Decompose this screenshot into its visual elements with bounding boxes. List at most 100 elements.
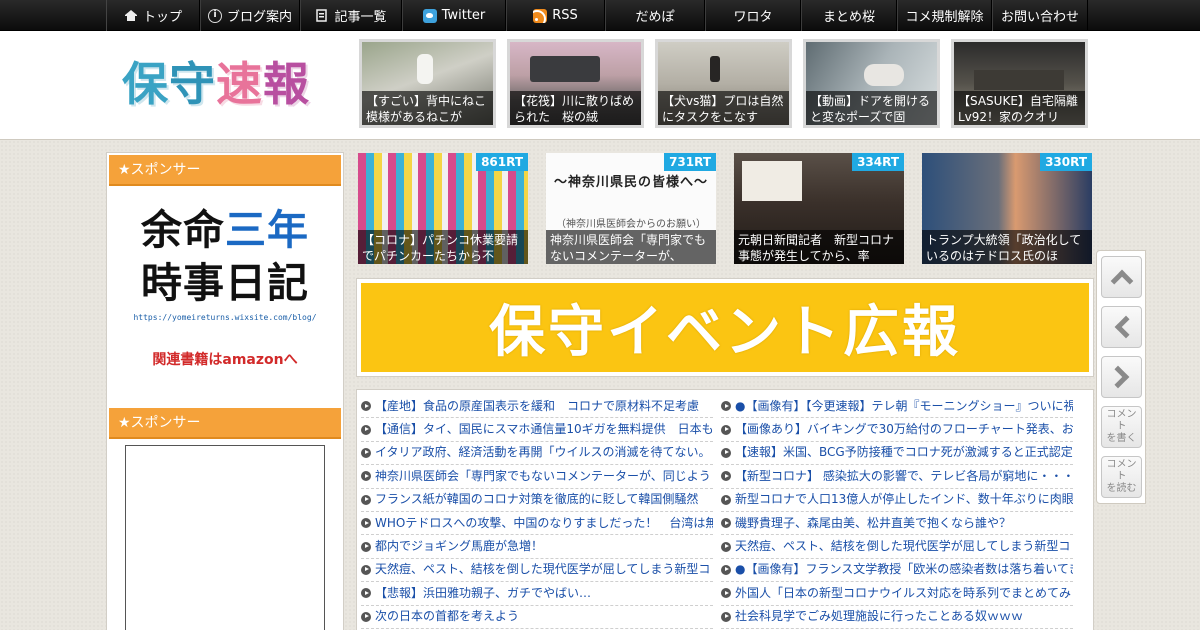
featured-thumb[interactable]: 【花筏】川に散りばめられた 桜の絨 bbox=[507, 39, 644, 128]
chevron-left-icon bbox=[1114, 315, 1137, 339]
ad-amazon-link[interactable]: 関連書籍はamazonへ bbox=[125, 349, 325, 369]
nav-item-rss[interactable]: RSS bbox=[506, 0, 605, 31]
list-item[interactable]: イタリア政府、経済活動を再開「ウイルスの消滅を待てない。 bbox=[361, 442, 713, 466]
logo-char: 速 bbox=[216, 57, 263, 111]
article-link[interactable]: 都内でジョギング馬鹿が急増！ bbox=[375, 535, 543, 557]
nav-item-comment-unblock[interactable]: コメ規制解除 bbox=[897, 0, 992, 31]
list-item[interactable]: ●【画像有】【今更速報】テレ朝『モーニングショー』ついに視 bbox=[721, 395, 1073, 419]
list-item[interactable]: 【通信】タイ、国民にスマホ通信量10ギガを無料提供 日本も bbox=[361, 418, 713, 442]
thumbnail-title: ～神奈川県民の皆様へ～ bbox=[553, 175, 708, 190]
sponsor-ad-slot[interactable] bbox=[125, 445, 325, 630]
list-item[interactable]: 磯野貴理子、森尾由美、松井直美で抱くなら誰や？ bbox=[721, 512, 1073, 536]
list-item[interactable]: 【産地】食品の原産国表示を緩和 コロナで原材料不足考慮 bbox=[361, 395, 713, 419]
thumbnail-image bbox=[974, 70, 1064, 90]
home-icon bbox=[124, 9, 138, 23]
bullet-arrow-icon bbox=[721, 494, 731, 505]
write-comment-button[interactable]: コメント を書く bbox=[1101, 406, 1142, 448]
list-item[interactable]: 【悲報】浜田雅功親子、ガチでやばい… bbox=[361, 582, 713, 606]
ad-url[interactable]: https://yomeireturns.wixsite.com/blog/ bbox=[125, 313, 325, 322]
next-article-button[interactable] bbox=[1101, 356, 1142, 398]
list-item[interactable]: WHOテドロスへの攻撃、中国のなりすましだった！ 台湾は無 bbox=[361, 512, 713, 536]
bullet-arrow-icon bbox=[361, 447, 371, 458]
article-link[interactable]: イタリア政府、経済活動を再開「ウイルスの消滅を待てない。 bbox=[375, 442, 711, 464]
ranking-caption: 【コロナ】パチンコ休業要請でパチンカーたちから不 bbox=[358, 230, 528, 264]
article-link[interactable]: 【画像あり】バイキングで30万給付のフローチャート発表、お bbox=[735, 418, 1073, 440]
ranking-thumb[interactable]: ～神奈川県民の皆様へ～ （神奈川県医師会からのお願い） 731RT 神奈川県医師… bbox=[546, 153, 716, 264]
ranking-thumb[interactable]: 330RT トランプ大統領「政治化しているのはテドロス氏のほ bbox=[922, 153, 1092, 264]
article-link[interactable]: ●【画像有】【今更速報】テレ朝『モーニングショー』ついに視 bbox=[735, 395, 1073, 417]
widget-title: ★スポンサー bbox=[109, 155, 341, 186]
list-item[interactable]: 次の日本の首都を考えよう bbox=[361, 606, 713, 629]
list-item[interactable]: ●【画像有】フランス文学教授「欧米の感染者数は落ち着いてき bbox=[721, 559, 1073, 583]
article-link[interactable]: 【悲報】浜田雅功親子、ガチでやばい… bbox=[375, 582, 591, 604]
article-link[interactable]: フランス紙が韓国のコロナ対策を徹底的に貶して韓国側騒然 bbox=[375, 489, 698, 511]
article-link[interactable]: 磯野貴理子、森尾由美、松井直美で抱くなら誰や？ bbox=[735, 512, 1011, 534]
bullet-arrow-icon bbox=[721, 424, 731, 435]
nav-item-article-list[interactable]: 記事一覧 bbox=[300, 0, 402, 31]
read-comment-button[interactable]: コメント を読む bbox=[1101, 456, 1142, 498]
article-link[interactable]: 外国人「日本の新型コロナウイルス対応を時系列でまとめてみ bbox=[735, 582, 1071, 604]
thumbnail-image bbox=[864, 64, 904, 86]
article-link[interactable]: WHOテドロスへの攻撃、中国のなりすましだった！ 台湾は無 bbox=[375, 512, 713, 534]
article-link[interactable]: 社会科見学でごみ処理施設に行ったことある奴ｗｗｗ bbox=[735, 606, 1023, 628]
article-link[interactable]: ●【画像有】フランス文学教授「欧米の感染者数は落ち着いてき bbox=[735, 559, 1073, 581]
bullet-arrow-icon bbox=[361, 611, 371, 622]
list-item[interactable]: 天然痘、ペスト、結核を倒した現代医学が屈してしまう新型コ bbox=[721, 535, 1073, 559]
nav-item-matome-sakura[interactable]: まとめ桜 bbox=[801, 0, 897, 31]
rss-icon bbox=[533, 8, 548, 23]
top-nav: トップ i ブログ案内 記事一覧 Twitter RSS だめぽ ワロタ まとめ… bbox=[0, 0, 1200, 31]
list-item[interactable]: 天然痘、ペスト、結核を倒した現代医学が屈してしまう新型コ bbox=[361, 559, 713, 583]
featured-thumb[interactable]: 【SASUKE】自宅隔離Lv92！家のクオリ bbox=[951, 39, 1088, 128]
ad-headline: 余命三年 bbox=[125, 203, 325, 257]
list-item[interactable]: 社会科見学でごみ処理施設に行ったことある奴ｗｗｗ bbox=[721, 606, 1073, 629]
article-link[interactable]: 【通信】タイ、国民にスマホ通信量10ギガを無料提供 日本も bbox=[375, 418, 713, 440]
nav-item-top[interactable]: トップ bbox=[106, 0, 200, 31]
nav-item-blog-info[interactable]: i ブログ案内 bbox=[200, 0, 300, 31]
featured-caption: 【犬vs猫】プロは自然にタスクをこなす bbox=[658, 91, 789, 125]
sponsor-ad-yomei[interactable]: 余命三年 時事日記 https://yomeireturns.wixsite.c… bbox=[125, 203, 325, 381]
article-link[interactable]: 【速報】米国、BCG予防接種でコロナ死が激減すると正式認定 bbox=[735, 442, 1073, 464]
nav-item-damepo[interactable]: だめぽ bbox=[605, 0, 705, 31]
bullet-arrow-icon bbox=[361, 401, 371, 412]
bullet-arrow-icon bbox=[721, 447, 731, 458]
article-link[interactable]: 新型コロナで人口13億人が停止したインド、数十年ぶりに肉眼 bbox=[735, 489, 1073, 511]
article-link[interactable]: 神奈川県医師会「専門家でもないコメンテーターが、同じよう bbox=[375, 465, 711, 487]
thumbnail-image bbox=[710, 56, 720, 82]
nav-item-twitter[interactable]: Twitter bbox=[402, 0, 506, 31]
article-link[interactable]: 【新型コロナ】 感染拡大の影響で、テレビ各局が窮地に・・・ bbox=[735, 465, 1073, 487]
article-link[interactable]: 天然痘、ペスト、結核を倒した現代医学が屈してしまう新型コ bbox=[735, 535, 1070, 557]
nav-label: まとめ桜 bbox=[822, 10, 875, 25]
bullet-arrow-icon bbox=[721, 471, 731, 482]
list-item[interactable]: 【速報】米国、BCG予防接種でコロナ死が激減すると正式認定 bbox=[721, 442, 1073, 466]
list-item[interactable]: 新型コロナで人口13億人が停止したインド、数十年ぶりに肉眼 bbox=[721, 489, 1073, 512]
site-logo[interactable]: 保守速報 bbox=[122, 55, 310, 113]
nav-item-warota[interactable]: ワロタ bbox=[705, 0, 801, 31]
featured-thumb[interactable]: 【動画】ドアを開けると変なポーズで固 bbox=[803, 39, 940, 128]
nav-label: お問い合わせ bbox=[1000, 10, 1079, 25]
chevron-right-icon bbox=[1106, 365, 1129, 389]
list-item[interactable]: 【画像あり】バイキングで30万給付のフローチャート発表、お bbox=[721, 418, 1073, 442]
scroll-top-button[interactable] bbox=[1101, 256, 1142, 298]
list-item[interactable]: 神奈川県医師会「専門家でもないコメンテーターが、同じよう bbox=[361, 465, 713, 489]
featured-thumb[interactable]: 【すごい】背中にねこ模様があるねこが bbox=[359, 39, 496, 128]
article-link[interactable]: 次の日本の首都を考えよう bbox=[375, 606, 519, 628]
article-link[interactable]: 天然痘、ペスト、結核を倒した現代医学が屈してしまう新型コ bbox=[375, 559, 710, 581]
ad-text: 余命 bbox=[141, 206, 225, 254]
list-item[interactable]: 【新型コロナ】 感染拡大の影響で、テレビ各局が窮地に・・・ bbox=[721, 465, 1073, 489]
nav-item-contact[interactable]: お問い合わせ bbox=[992, 0, 1088, 31]
ranking-thumb[interactable]: 334RT 元朝日新聞記者 新型コロナ事態が発生してから、率 bbox=[734, 153, 904, 264]
article-list-panel: 【産地】食品の原産国表示を緩和 コロナで原材料不足考慮 【通信】タイ、国民にスマ… bbox=[356, 389, 1094, 630]
prev-article-button[interactable] bbox=[1101, 306, 1142, 348]
list-item[interactable]: フランス紙が韓国のコロナ対策を徹底的に貶して韓国側騒然 bbox=[361, 489, 713, 512]
nav-menu: トップ i ブログ案内 記事一覧 Twitter RSS だめぽ ワロタ まとめ… bbox=[106, 0, 1088, 31]
list-item[interactable]: 外国人「日本の新型コロナウイルス対応を時系列でまとめてみ bbox=[721, 582, 1073, 606]
bullet-arrow-icon bbox=[361, 494, 371, 505]
bullet-arrow-icon bbox=[721, 588, 731, 599]
twitter-icon bbox=[422, 8, 437, 23]
featured-thumb[interactable]: 【犬vs猫】プロは自然にタスクをこなす bbox=[655, 39, 792, 128]
event-banner[interactable]: 保守イベント広報 bbox=[356, 278, 1094, 377]
ranking-thumb[interactable]: 861RT 【コロナ】パチンコ休業要請でパチンカーたちから不 bbox=[358, 153, 528, 264]
article-link[interactable]: 【産地】食品の原産国表示を緩和 コロナで原材料不足考慮 bbox=[375, 395, 699, 417]
list-item[interactable]: 都内でジョギング馬鹿が急増！ bbox=[361, 535, 713, 559]
bullet-arrow-icon bbox=[721, 401, 731, 412]
